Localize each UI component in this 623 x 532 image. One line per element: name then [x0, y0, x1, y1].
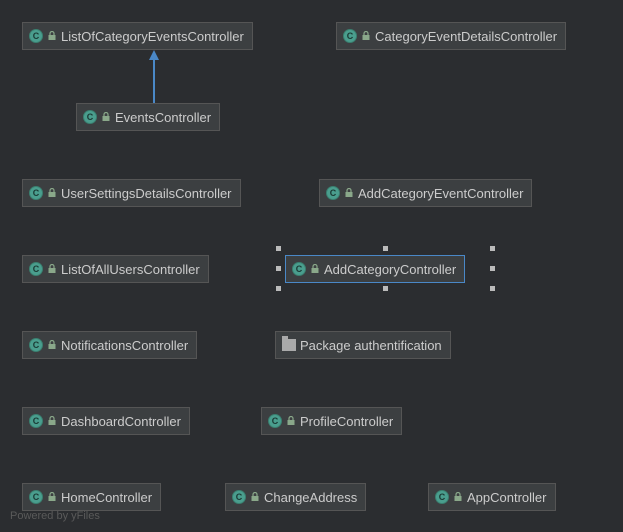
node-label: Package authentification — [300, 338, 442, 353]
node-label: ListOfAllUsersController — [61, 262, 200, 277]
class-node-category-event-details[interactable]: C CategoryEventDetailsController — [336, 22, 566, 50]
selection-handle[interactable] — [276, 246, 281, 251]
edge-arrowhead — [149, 50, 159, 60]
node-label: ChangeAddress — [264, 490, 357, 505]
class-node-add-category-event[interactable]: C AddCategoryEventController — [319, 179, 532, 207]
class-icon: C — [83, 110, 97, 124]
node-label: ListOfCategoryEventsController — [61, 29, 244, 44]
lock-icon — [286, 416, 296, 426]
class-node-profile[interactable]: C ProfileController — [261, 407, 402, 435]
class-node-list-of-category-events[interactable]: C ListOfCategoryEventsController — [22, 22, 253, 50]
class-node-home[interactable]: C HomeController — [22, 483, 161, 511]
lock-icon — [344, 188, 354, 198]
edge-line — [153, 60, 155, 104]
class-node-user-settings-details[interactable]: C UserSettingsDetailsController — [22, 179, 241, 207]
lock-icon — [47, 340, 57, 350]
class-node-change-address[interactable]: C ChangeAddress — [225, 483, 366, 511]
selection-handle[interactable] — [276, 266, 281, 271]
node-label: NotificationsController — [61, 338, 188, 353]
package-node-authentification[interactable]: Package authentification — [275, 331, 451, 359]
node-label: ProfileController — [300, 414, 393, 429]
class-icon: C — [343, 29, 357, 43]
lock-icon — [361, 31, 371, 41]
class-node-add-category[interactable]: C AddCategoryController — [285, 255, 465, 283]
selection-handle[interactable] — [490, 246, 495, 251]
node-label: AddCategoryEventController — [358, 186, 523, 201]
class-icon: C — [268, 414, 282, 428]
class-node-list-of-all-users[interactable]: C ListOfAllUsersController — [22, 255, 209, 283]
selection-handle[interactable] — [490, 286, 495, 291]
node-label: AppController — [467, 490, 547, 505]
lock-icon — [47, 492, 57, 502]
node-label: EventsController — [115, 110, 211, 125]
selection-handle[interactable] — [383, 246, 388, 251]
lock-icon — [47, 31, 57, 41]
class-node-dashboard[interactable]: C DashboardController — [22, 407, 190, 435]
lock-icon — [101, 112, 111, 122]
lock-icon — [250, 492, 260, 502]
class-icon: C — [29, 414, 43, 428]
class-icon: C — [29, 186, 43, 200]
watermark-text: Powered by yFiles — [10, 510, 100, 522]
class-icon: C — [326, 186, 340, 200]
class-icon: C — [29, 29, 43, 43]
selection-handle[interactable] — [490, 266, 495, 271]
node-label: HomeController — [61, 490, 152, 505]
lock-icon — [310, 264, 320, 274]
node-label: AddCategoryController — [324, 262, 456, 277]
class-icon: C — [435, 490, 449, 504]
selection-handle[interactable] — [383, 286, 388, 291]
class-node-events[interactable]: C EventsController — [76, 103, 220, 131]
node-label: CategoryEventDetailsController — [375, 29, 557, 44]
lock-icon — [47, 188, 57, 198]
diagram-canvas[interactable]: C ListOfCategoryEventsController C Categ… — [0, 0, 623, 532]
lock-icon — [47, 416, 57, 426]
node-label: UserSettingsDetailsController — [61, 186, 232, 201]
class-icon: C — [29, 338, 43, 352]
package-icon — [282, 339, 296, 351]
class-icon: C — [29, 262, 43, 276]
node-label: DashboardController — [61, 414, 181, 429]
class-node-notifications[interactable]: C NotificationsController — [22, 331, 197, 359]
lock-icon — [453, 492, 463, 502]
class-node-app[interactable]: C AppController — [428, 483, 556, 511]
class-icon: C — [232, 490, 246, 504]
selection-handle[interactable] — [276, 286, 281, 291]
class-icon: C — [292, 262, 306, 276]
class-icon: C — [29, 490, 43, 504]
lock-icon — [47, 264, 57, 274]
